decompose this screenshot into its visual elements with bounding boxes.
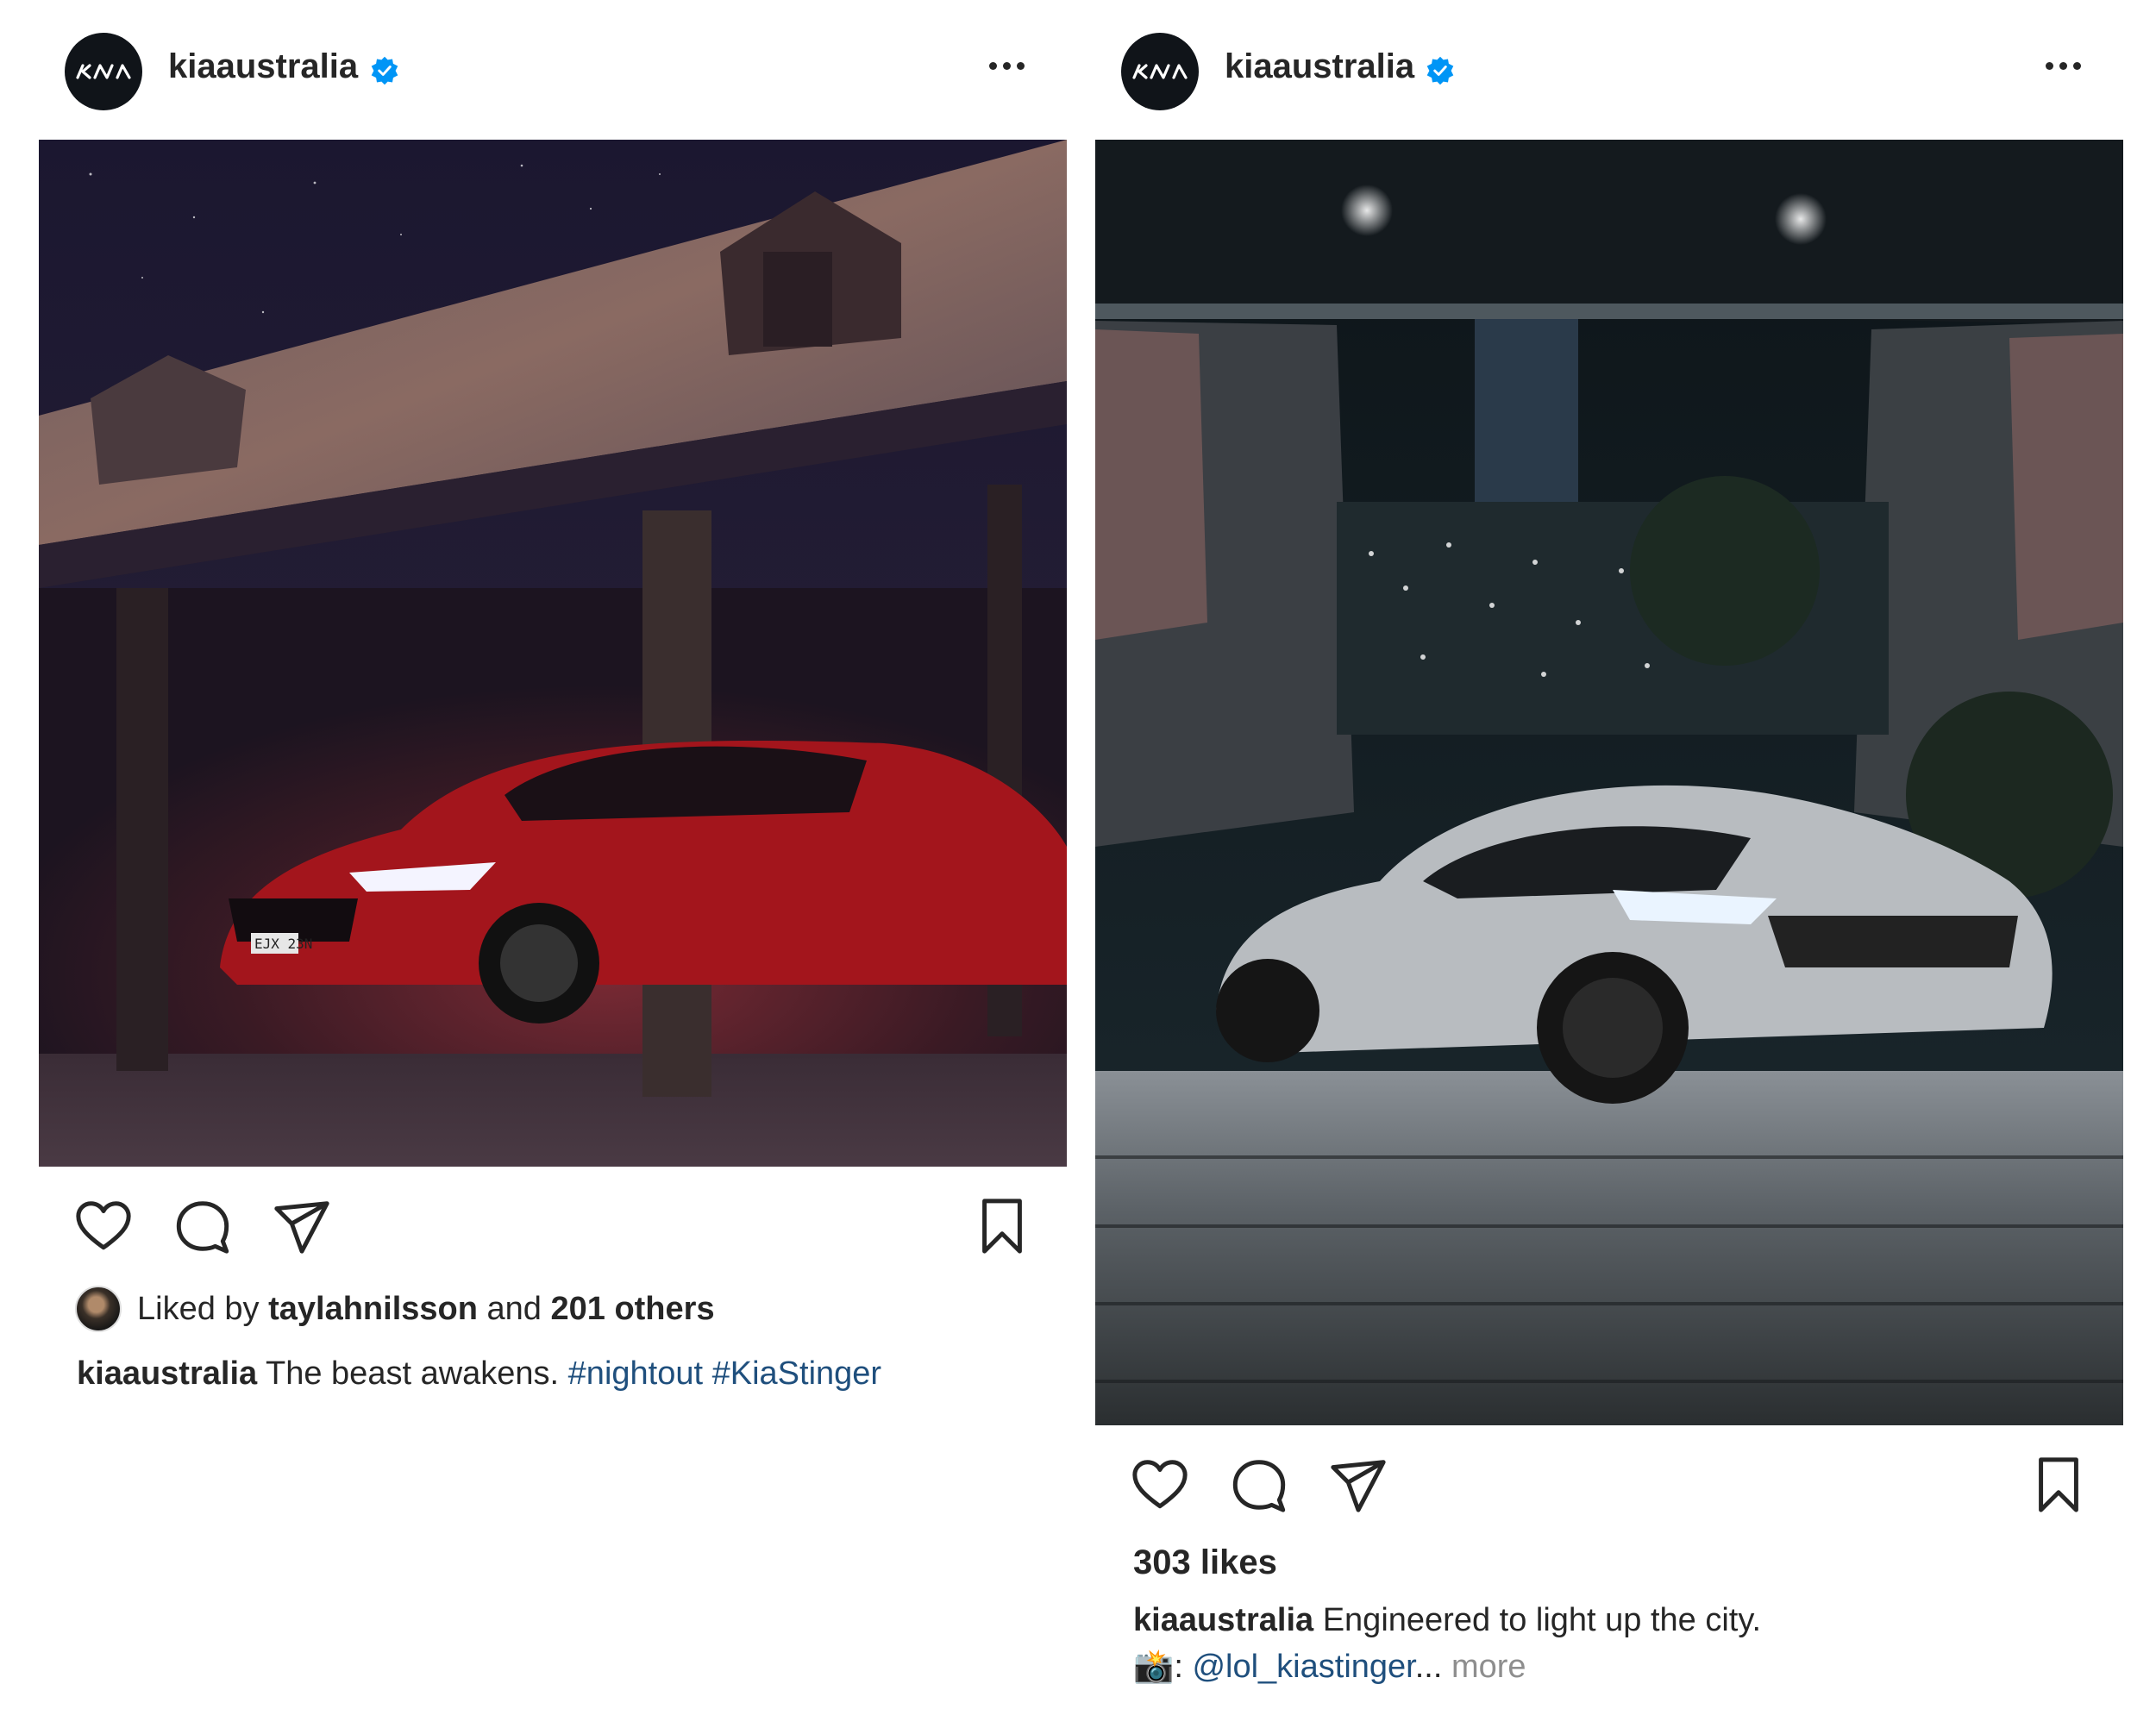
profile-avatar[interactable]: [65, 33, 142, 110]
save-bookmark-icon[interactable]: [972, 1196, 1032, 1256]
hashtag-nightout[interactable]: #nightout: [568, 1355, 703, 1392]
red-car-under-shed-photo: EJX 23N: [39, 140, 1067, 1167]
comment-bubble-icon[interactable]: [1229, 1455, 1289, 1515]
caption-more-link[interactable]: more: [1451, 1649, 1526, 1685]
save-bookmark-icon[interactable]: [2028, 1455, 2089, 1515]
more-options-icon[interactable]: [2037, 48, 2089, 83]
action-bar: [39, 1186, 1067, 1263]
liked-by-user[interactable]: taylahnilsson: [268, 1291, 478, 1328]
profile-avatar[interactable]: [1121, 33, 1199, 110]
hashtag-kiastinger[interactable]: #KiaStinger: [712, 1355, 881, 1392]
comment-bubble-icon[interactable]: [172, 1196, 233, 1256]
post-photo[interactable]: [1095, 140, 2123, 1425]
post-username[interactable]: kiaaustralia: [1225, 47, 1414, 86]
camera-emoji: 📸: [1133, 1649, 1175, 1685]
like-heart-icon[interactable]: [1130, 1455, 1190, 1515]
liked-by-prefix: Liked by: [137, 1290, 260, 1327]
liked-by-and: and: [486, 1290, 542, 1327]
post-2: kiaaustralia 303 likes kiaaustralia Engi…: [1095, 0, 2123, 1709]
liked-by: Liked by taylahnilsson and 201 others: [75, 1285, 715, 1333]
post-caption: kiaaustralia Engineered to light up the …: [1133, 1597, 2099, 1690]
post-caption: kiaaustralia The beast awakens. #nightou…: [77, 1350, 1043, 1397]
like-heart-icon[interactable]: [73, 1196, 134, 1256]
caption-text: The beast awakens.: [266, 1355, 560, 1392]
post-1: kiaaustralia EJX 23N Liked by taylahnils…: [39, 0, 1067, 1709]
likes-count[interactable]: 303 likes: [1133, 1543, 1277, 1582]
mention-lol-kiastinger[interactable]: @lol_kiastinger: [1192, 1649, 1414, 1685]
post-header: kiaaustralia: [1095, 0, 2123, 140]
post-header: kiaaustralia: [39, 0, 1067, 140]
more-options-icon[interactable]: [981, 48, 1032, 83]
share-paper-plane-icon[interactable]: [272, 1196, 332, 1256]
camera-separator: :: [1174, 1649, 1183, 1685]
caption-ellipsis: ...: [1414, 1649, 1443, 1685]
liker-avatar[interactable]: [75, 1286, 122, 1332]
post-username[interactable]: kiaaustralia: [168, 47, 358, 86]
caption-username[interactable]: kiaaustralia: [77, 1355, 257, 1392]
verified-badge-icon: [371, 56, 398, 85]
kia-logo-icon: [76, 64, 131, 79]
verified-badge-icon: [1426, 56, 1454, 85]
action-bar: [1095, 1444, 2123, 1522]
share-paper-plane-icon[interactable]: [1328, 1455, 1388, 1515]
caption-text: Engineered to light up the city.: [1322, 1602, 1762, 1638]
kia-logo-icon: [1132, 64, 1188, 79]
post-photo[interactable]: EJX 23N: [39, 140, 1067, 1167]
license-plate: EJX 23N: [254, 936, 312, 952]
silver-car-city-night-photo: [1095, 140, 2123, 1425]
caption-username[interactable]: kiaaustralia: [1133, 1602, 1313, 1638]
liked-by-others[interactable]: 201 others: [550, 1291, 714, 1328]
